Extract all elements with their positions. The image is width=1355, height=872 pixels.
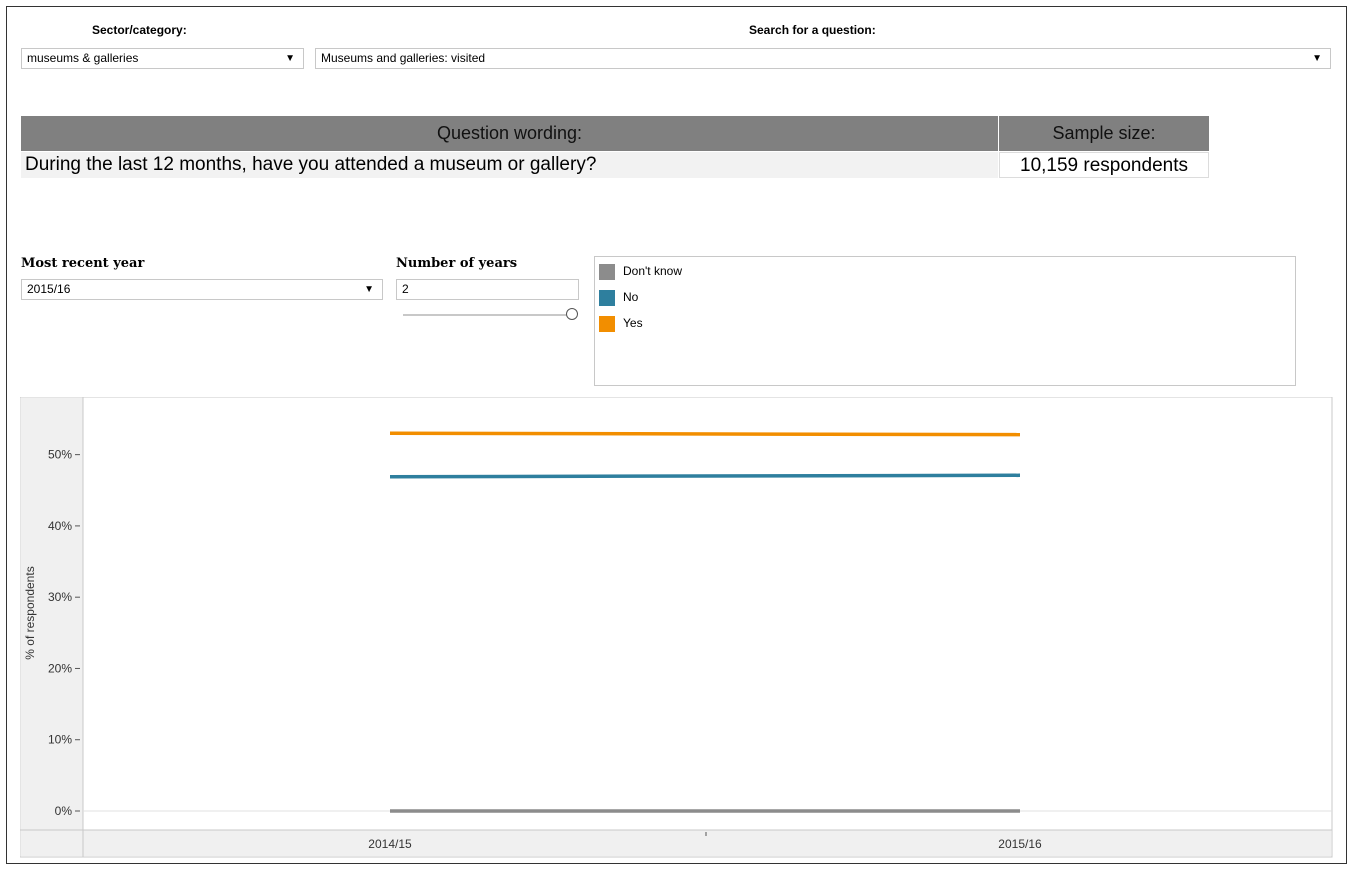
y-tick-label: 40% <box>48 519 72 533</box>
legend: Don't know No Yes <box>594 256 1296 386</box>
most-recent-year-label: Most recent year <box>21 256 145 271</box>
number-of-years-label: Number of years <box>396 256 518 271</box>
sector-select-value: museums & galleries <box>27 51 139 65</box>
legend-item-dont-know[interactable]: Don't know <box>599 262 682 280</box>
line-chart: % of respondents 0% 10% 20% 30% 40% 50% 2014/… <box>19 396 1333 863</box>
legend-swatch <box>599 315 615 332</box>
chart-svg: % of respondents 0% 10% 20% 30% 40% 50% 2014/… <box>19 396 1333 858</box>
dropdown-arrow-icon: ▼ <box>1312 53 1322 64</box>
question-search-select[interactable]: Museums and galleries: visited ▼ <box>315 48 1331 69</box>
series-line-no[interactable] <box>389 473 1021 479</box>
legend-swatch <box>599 263 615 280</box>
x-axis-band <box>21 830 1331 856</box>
search-label: Search for a question: <box>749 23 876 37</box>
sample-size-header: Sample size: <box>999 116 1209 151</box>
y-axis-label: % of respondents <box>23 566 37 659</box>
x-tick-label: 2014/15 <box>368 837 412 851</box>
number-of-years-value: 2 <box>402 282 409 296</box>
y-tick-label: 50% <box>48 448 72 462</box>
legend-item-yes[interactable]: Yes <box>599 314 643 332</box>
legend-item-no[interactable]: No <box>599 288 638 306</box>
legend-label: Don't know <box>623 264 682 278</box>
question-wording-header: Question wording: <box>21 116 998 151</box>
number-of-years-input[interactable]: 2 <box>396 279 579 300</box>
y-tick-label: 0% <box>55 804 73 818</box>
legend-label: Yes <box>623 316 643 330</box>
sector-label: Sector/category: <box>92 23 187 37</box>
x-tick-label: 2015/16 <box>998 837 1042 851</box>
years-slider-handle[interactable] <box>566 308 578 320</box>
sample-size-text: 10,159 respondents <box>999 152 1209 178</box>
most-recent-year-value: 2015/16 <box>27 282 71 296</box>
y-tick-label: 30% <box>48 590 72 604</box>
years-slider-track[interactable] <box>403 314 571 316</box>
series-line-yes[interactable] <box>389 431 1021 437</box>
legend-swatch <box>599 289 615 306</box>
chart-border <box>19 396 1333 858</box>
most-recent-year-select[interactable]: 2015/16 ▼ <box>21 279 383 300</box>
dropdown-arrow-icon: ▼ <box>285 53 295 64</box>
dropdown-arrow-icon: ▼ <box>364 284 374 295</box>
question-wording-text: During the last 12 months, have you atte… <box>21 152 998 178</box>
y-tick-label: 20% <box>48 661 72 675</box>
sector-select[interactable]: museums & galleries ▼ <box>21 48 304 69</box>
legend-label: No <box>623 290 639 304</box>
y-tick-label: 10% <box>48 733 72 747</box>
question-search-value: Museums and galleries: visited <box>321 51 486 65</box>
